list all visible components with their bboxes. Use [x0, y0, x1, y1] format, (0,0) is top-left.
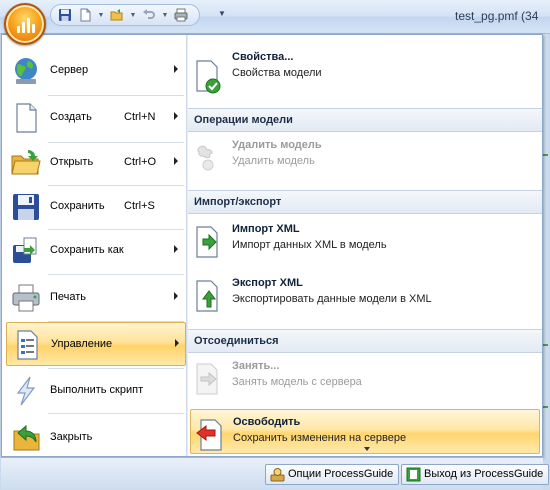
import-xml-icon [192, 225, 224, 259]
menu-item-label: Сохранить как [50, 244, 124, 256]
quick-access-toolbar: ▼ ▼ ▼ [50, 4, 200, 26]
submenu-item-description: Экспортировать данные модели в XML [232, 293, 432, 305]
new-icon[interactable] [77, 7, 93, 23]
menu-item-label: Закрыть [50, 431, 93, 443]
submenu-item-description: Сохранить изменения на сервере [233, 432, 407, 444]
menu-item-manage[interactable]: Управление [6, 322, 186, 366]
save-disk-icon [10, 191, 42, 223]
submenu-item-title: Удалить модель [232, 139, 322, 151]
new-document-icon [10, 102, 42, 134]
submenu-arrow-icon [174, 112, 178, 120]
application-menu: Сервер Создать Ctrl+N Открыть Ctrl+O Сох… [1, 34, 543, 457]
title-bar: ▼ ▼ ▼ ▼ test_pg.pmf (34 [0, 0, 550, 34]
scroll-down-icon[interactable] [364, 447, 370, 451]
new-dropdown-icon[interactable]: ▼ [97, 12, 105, 19]
menu-item-save-as[interactable]: Сохранить как [6, 229, 186, 273]
print-icon[interactable] [173, 7, 189, 23]
menu-item-label: Выполнить скрипт [50, 384, 144, 396]
submenu-item-title: Экспорт XML [232, 277, 303, 289]
submenu-item-checkout: Занять... Занять модель с сервера [190, 354, 540, 404]
shortcut-label: Ctrl+O [124, 156, 157, 168]
menu-item-label: Сохранить [50, 200, 105, 212]
close-back-arrow-icon [10, 422, 42, 454]
section-header-import-export: Импорт/экспорт [188, 190, 542, 214]
submenu-arrow-icon [174, 245, 178, 253]
menu-left-column: Сервер Создать Ctrl+N Открыть Ctrl+O Сох… [2, 35, 186, 456]
menu-item-save[interactable]: Сохранить Ctrl+S [6, 185, 186, 229]
menu-footer: Опции ProcessGuide Выход из ProcessGuide [1, 457, 550, 490]
submenu-item-description: Удалить модель [232, 155, 315, 167]
delete-model-icon [192, 141, 224, 175]
menu-item-label: Печать [50, 291, 87, 303]
submenu-item-description: Свойства модели [232, 67, 322, 79]
open-icon[interactable] [109, 7, 125, 23]
menu-item-close[interactable]: Закрыть [6, 416, 186, 460]
menu-separator [48, 274, 184, 275]
exit-button-label: Выход из ProcessGuide [424, 468, 544, 480]
options-icon [270, 467, 285, 482]
shortcut-label: Ctrl+S [124, 200, 155, 212]
submenu-item-delete-model: Удалить модель Удалить модель [190, 133, 540, 183]
server-globe-icon [10, 55, 42, 87]
lightning-icon [10, 375, 42, 407]
shortcut-label: Ctrl+N [124, 111, 156, 123]
release-model-icon [193, 418, 225, 452]
application-menu-button[interactable] [4, 3, 46, 45]
menu-item-run-script[interactable]: Выполнить скрипт [6, 369, 186, 413]
exit-button[interactable]: Выход из ProcessGuide [401, 464, 550, 485]
menu-item-print[interactable]: Печать [6, 276, 186, 320]
manage-list-icon [11, 329, 43, 361]
submenu-arrow-icon [174, 65, 178, 73]
export-xml-icon [192, 279, 224, 313]
submenu-item-import-xml[interactable]: Импорт XML Импорт данных XML в модель [190, 217, 540, 267]
options-button-label: Опции ProcessGuide [288, 468, 394, 480]
manage-submenu-panel: Свойства... Свойства модели Операции мод… [188, 35, 542, 456]
open-folder-icon [10, 147, 42, 179]
submenu-item-properties[interactable]: Свойства... Свойства модели [190, 45, 540, 107]
menu-item-label: Управление [51, 338, 113, 350]
submenu-item-export-xml[interactable]: Экспорт XML Экспортировать данные модели… [190, 271, 540, 321]
submenu-arrow-icon [174, 157, 178, 165]
menu-item-label: Создать [50, 111, 92, 123]
submenu-item-description: Занять модель с сервера [232, 376, 362, 388]
menu-item-open[interactable]: Открыть Ctrl+O [6, 141, 186, 185]
undo-dropdown-icon[interactable]: ▼ [161, 12, 169, 19]
save-icon[interactable] [57, 7, 73, 23]
submenu-item-title: Освободить [233, 416, 301, 428]
section-header-disconnect: Отсоединиться [188, 329, 542, 353]
customize-toolbar-icon[interactable]: ▼ [218, 9, 226, 18]
submenu-arrow-icon [175, 339, 179, 347]
printer-icon [10, 282, 42, 314]
menu-separator [48, 413, 184, 414]
checkout-model-icon [192, 362, 224, 396]
menu-item-label: Сервер [50, 64, 89, 76]
exit-icon [406, 467, 421, 482]
undo-icon[interactable] [141, 7, 157, 23]
bar-chart-icon [17, 17, 35, 33]
open-dropdown-icon[interactable]: ▼ [129, 12, 137, 19]
options-button[interactable]: Опции ProcessGuide [265, 464, 400, 485]
properties-document-icon [192, 59, 224, 94]
window-title: test_pg.pmf (34 [455, 9, 539, 23]
submenu-item-description: Импорт данных XML в модель [232, 239, 387, 251]
submenu-item-title: Импорт XML [232, 223, 300, 235]
submenu-arrow-icon [174, 292, 178, 300]
menu-item-server[interactable]: Сервер [6, 49, 186, 93]
save-as-icon [10, 235, 42, 267]
menu-item-label: Открыть [50, 156, 94, 168]
menu-item-new[interactable]: Создать Ctrl+N [6, 96, 186, 140]
submenu-item-title: Занять... [232, 360, 280, 372]
section-header-model-ops: Операции модели [188, 108, 542, 132]
submenu-item-title: Свойства... [232, 51, 294, 63]
